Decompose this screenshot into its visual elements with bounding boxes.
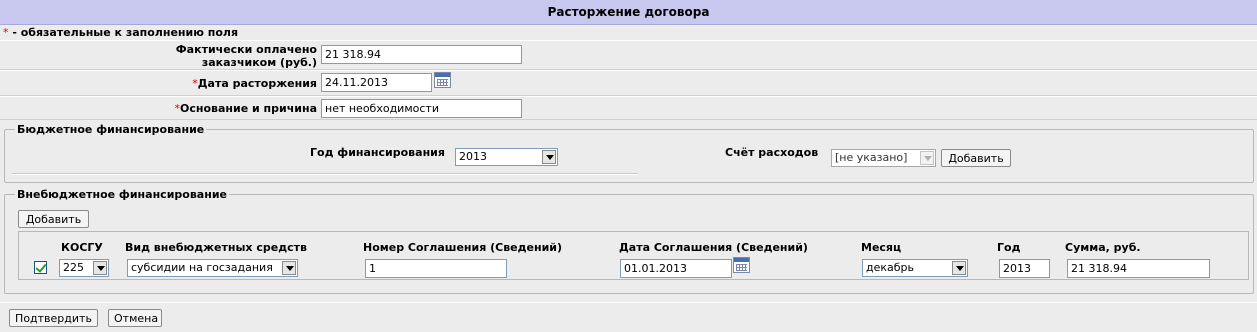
row-checkbox[interactable] <box>34 261 47 274</box>
month-value: декабрь <box>866 261 915 274</box>
kosgu-select[interactable]: 225 <box>59 259 109 277</box>
budget-divider <box>12 173 638 175</box>
chevron-down-icon <box>282 261 296 275</box>
column-header-month: Месяц <box>861 241 902 254</box>
amount-input[interactable] <box>1067 259 1210 278</box>
chevron-down-icon <box>542 150 556 164</box>
agreement-date-input[interactable] <box>620 259 732 278</box>
termination-date-label: *Дата расторжения <box>192 77 317 90</box>
confirm-button[interactable]: Подтвердить <box>9 309 98 327</box>
termination-date-input[interactable] <box>321 73 432 92</box>
table-row: 225 субсидии на госзадания декабрь <box>19 255 1248 279</box>
financing-year-label: Год финансирования <box>310 146 445 159</box>
column-header-year: Год <box>997 241 1021 254</box>
offbudget-table: КОСГУ Вид внебюджетных средств Номер Сог… <box>18 231 1249 280</box>
budget-financing-group: Бюджетное финансирование Год финансирова… <box>4 123 1254 183</box>
actions-bar: Подтвердить Отмена <box>0 302 1257 332</box>
cancel-button[interactable]: Отмена <box>108 309 162 327</box>
column-header-amount: Сумма, руб. <box>1065 241 1141 254</box>
calendar-icon[interactable] <box>733 257 750 273</box>
paid-amount-row: Фактически оплачено заказчиком (руб.) <box>0 40 1257 70</box>
budget-add-button[interactable]: Добавить <box>941 149 1011 167</box>
chevron-down-icon <box>952 261 966 275</box>
column-header-kosgu: КОСГУ <box>61 241 103 254</box>
year-input[interactable] <box>999 259 1050 278</box>
termination-date-row: *Дата расторжения <box>0 70 1257 96</box>
expense-account-value: [не указано] <box>835 151 908 164</box>
financing-year-value: 2013 <box>459 150 487 163</box>
expense-account-select[interactable]: [не указано] <box>831 149 936 167</box>
reason-input[interactable] <box>321 99 522 118</box>
fund-type-select[interactable]: субсидии на госзадания <box>127 259 298 277</box>
offbudget-add-button[interactable]: Добавить <box>18 210 89 228</box>
kosgu-value: 225 <box>63 261 84 274</box>
column-header-agreement-number: Номер Соглашения (Сведений) <box>363 241 563 254</box>
chevron-down-icon <box>93 261 107 275</box>
budget-financing-legend: Бюджетное финансирование <box>15 123 207 136</box>
agreement-number-input[interactable] <box>365 259 507 278</box>
month-select[interactable]: декабрь <box>862 259 968 277</box>
required-fields-note: * - обязательные к заполнению поля <box>3 26 238 40</box>
chevron-down-icon <box>920 151 934 165</box>
paid-amount-input[interactable] <box>321 45 522 64</box>
calendar-icon[interactable] <box>434 72 451 88</box>
financing-year-select[interactable]: 2013 <box>455 148 558 166</box>
fund-type-value: субсидии на госзадания <box>131 261 273 274</box>
offbudget-financing-legend: Внебюджетное финансирование <box>15 188 229 201</box>
reason-label: *Основание и причина <box>174 102 317 115</box>
page-title: Расторжение договора <box>0 0 1257 25</box>
paid-amount-label-line1: Фактически оплачено <box>175 43 317 56</box>
column-header-fund-type: Вид внебюджетных средств <box>125 241 307 254</box>
reason-row: *Основание и причина <box>0 96 1257 120</box>
paid-amount-label: Фактически оплачено заказчиком (руб.) <box>176 43 317 69</box>
paid-amount-label-line2: заказчиком (руб.) <box>201 56 317 69</box>
required-note-text: - обязательные к заполнению поля <box>8 26 239 39</box>
offbudget-financing-group: Внебюджетное финансирование Добавить КОС… <box>4 188 1254 294</box>
expense-account-label: Счёт расходов <box>725 146 819 159</box>
column-header-agreement-date: Дата Соглашения (Сведений) <box>619 241 808 254</box>
